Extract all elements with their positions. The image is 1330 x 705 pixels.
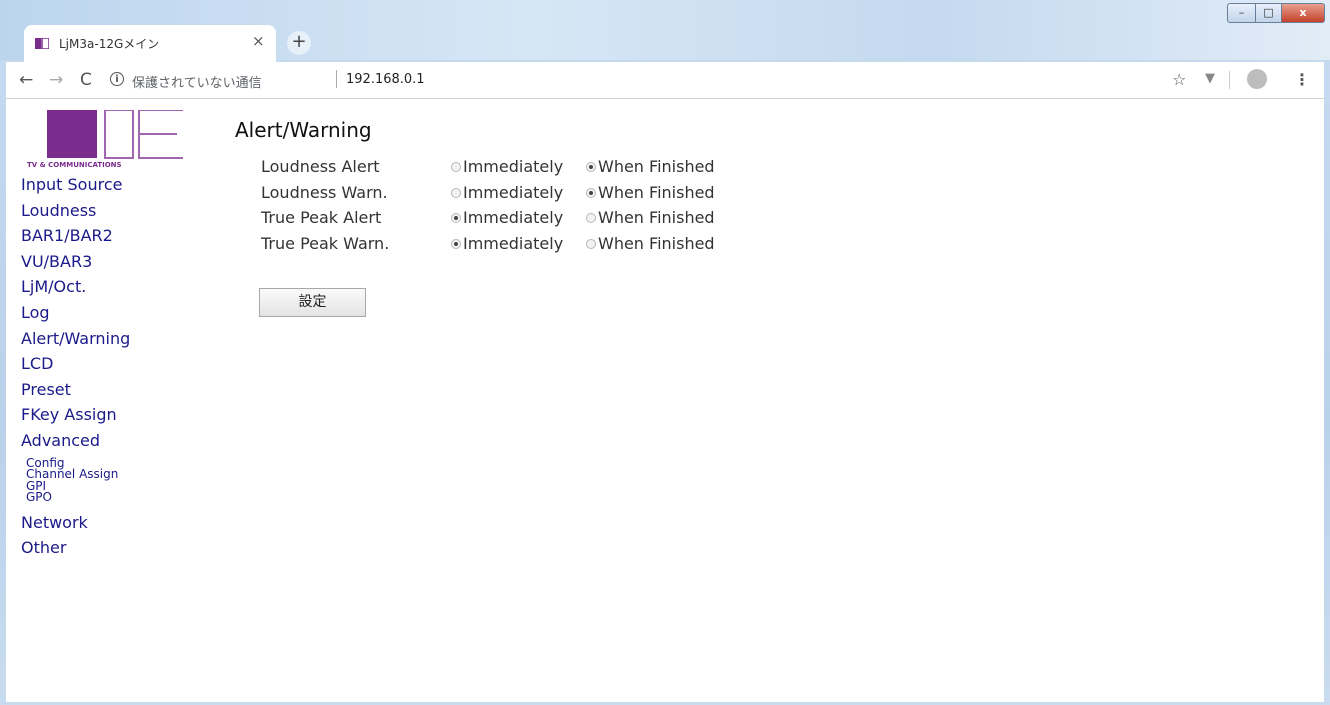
sidebar-item-advanced[interactable]: Advanced: [21, 428, 130, 454]
radio-label: When Finished: [598, 157, 715, 176]
radio-when-finished[interactable]: When Finished: [586, 157, 715, 176]
maximize-button[interactable]: □: [1255, 3, 1282, 23]
page-title: Alert/Warning: [235, 118, 372, 142]
sidebar-item-ljm-oct[interactable]: LjM/Oct.: [21, 274, 130, 300]
sidebar-item-preset[interactable]: Preset: [21, 377, 130, 403]
tab-title: LjM3a-12Gメイン: [59, 37, 160, 51]
sidebar-item-vu-bar3[interactable]: VU/BAR3: [21, 249, 130, 275]
browser-tab[interactable]: LjM3a-12Gメイン ×: [24, 25, 276, 62]
setting-label: True Peak Warn.: [261, 234, 390, 254]
star-icon[interactable]: ☆: [1172, 70, 1186, 89]
close-window-button[interactable]: x: [1281, 3, 1325, 23]
radio-button[interactable]: [451, 162, 461, 172]
company-logo: TV & COMMUNICATIONS: [27, 110, 183, 168]
sidebar-item-network[interactable]: Network: [21, 510, 130, 536]
profile-icon[interactable]: [1247, 69, 1267, 89]
sidebar-item-loudness[interactable]: Loudness: [21, 198, 130, 224]
sidebar-subitem-gpo[interactable]: GPO: [21, 491, 130, 504]
radio-when-finished[interactable]: When Finished: [586, 183, 715, 202]
radio-label: When Finished: [598, 208, 715, 228]
tab-close-icon[interactable]: ×: [252, 32, 265, 50]
setting-label: Loudness Warn.: [261, 182, 388, 202]
minimize-button[interactable]: –: [1227, 3, 1256, 23]
radio-button[interactable]: [586, 187, 596, 198]
address-separator: [336, 70, 337, 88]
reload-icon[interactable]: C: [80, 70, 92, 90]
radio-button[interactable]: [451, 213, 461, 224]
radio-button[interactable]: [586, 213, 596, 224]
advanced-submenu: Config Channel Assign GPI GPO: [21, 454, 130, 510]
radio-button[interactable]: [451, 239, 461, 250]
address-bar[interactable]: 192.168.0.1: [346, 72, 425, 87]
page-content: TV & COMMUNICATIONS Input Source Loudnes…: [6, 99, 1324, 702]
radio-button[interactable]: [586, 162, 596, 172]
svg-text:TV & COMMUNICATIONS: TV & COMMUNICATIONS: [27, 161, 122, 168]
sidebar-item-log[interactable]: Log: [21, 300, 130, 326]
radio-label: Immediately: [463, 157, 564, 176]
radio-button[interactable]: [451, 187, 461, 198]
radio-immediately[interactable]: Immediately: [451, 208, 563, 227]
setting-label: Loudness Alert: [261, 157, 380, 176]
extension-icon[interactable]: ▼: [1205, 71, 1215, 86]
radio-immediately[interactable]: Immediately: [451, 157, 563, 176]
toolbar-separator: [1229, 71, 1230, 89]
radio-label: When Finished: [598, 234, 715, 254]
radio-when-finished[interactable]: When Finished: [586, 208, 715, 227]
radio-label: Immediately: [463, 208, 564, 228]
sidebar-item-other[interactable]: Other: [21, 535, 130, 561]
sidebar-item-lcd[interactable]: LCD: [21, 351, 130, 377]
sidebar-item-bar1-bar2[interactable]: BAR1/BAR2: [21, 223, 130, 249]
browser-window: LjM3a-12Gメイン × + – □ x ← → C i 保護されていない通…: [0, 0, 1330, 705]
setting-label: True Peak Alert: [261, 208, 382, 228]
back-arrow-icon[interactable]: ←: [19, 70, 33, 90]
sidebar-item-alert-warning[interactable]: Alert/Warning: [21, 326, 130, 352]
radio-button[interactable]: [586, 239, 596, 250]
radio-immediately[interactable]: Immediately: [451, 234, 563, 253]
apply-settings-button[interactable]: 設定: [259, 288, 366, 317]
radio-immediately[interactable]: Immediately: [451, 183, 563, 202]
browser-toolbar: ← → C i 保護されていない通信 192.168.0.1 ☆ ▼ ⋮: [6, 62, 1324, 99]
security-status[interactable]: 保護されていない通信: [132, 72, 262, 91]
menu-icon[interactable]: ⋮: [1294, 70, 1310, 89]
info-icon[interactable]: i: [110, 72, 124, 86]
radio-when-finished[interactable]: When Finished: [586, 234, 715, 253]
sidebar-item-fkey-assign[interactable]: FKey Assign: [21, 402, 130, 428]
sidebar-nav: Input Source Loudness BAR1/BAR2 VU/BAR3 …: [21, 172, 130, 561]
radio-label: When Finished: [598, 182, 715, 202]
sidebar-item-input-source[interactable]: Input Source: [21, 172, 130, 198]
favicon-icon: [35, 38, 49, 49]
forward-arrow-icon[interactable]: →: [49, 70, 63, 90]
radio-label: Immediately: [463, 182, 564, 202]
new-tab-button[interactable]: +: [287, 31, 311, 55]
radio-label: Immediately: [463, 234, 564, 254]
